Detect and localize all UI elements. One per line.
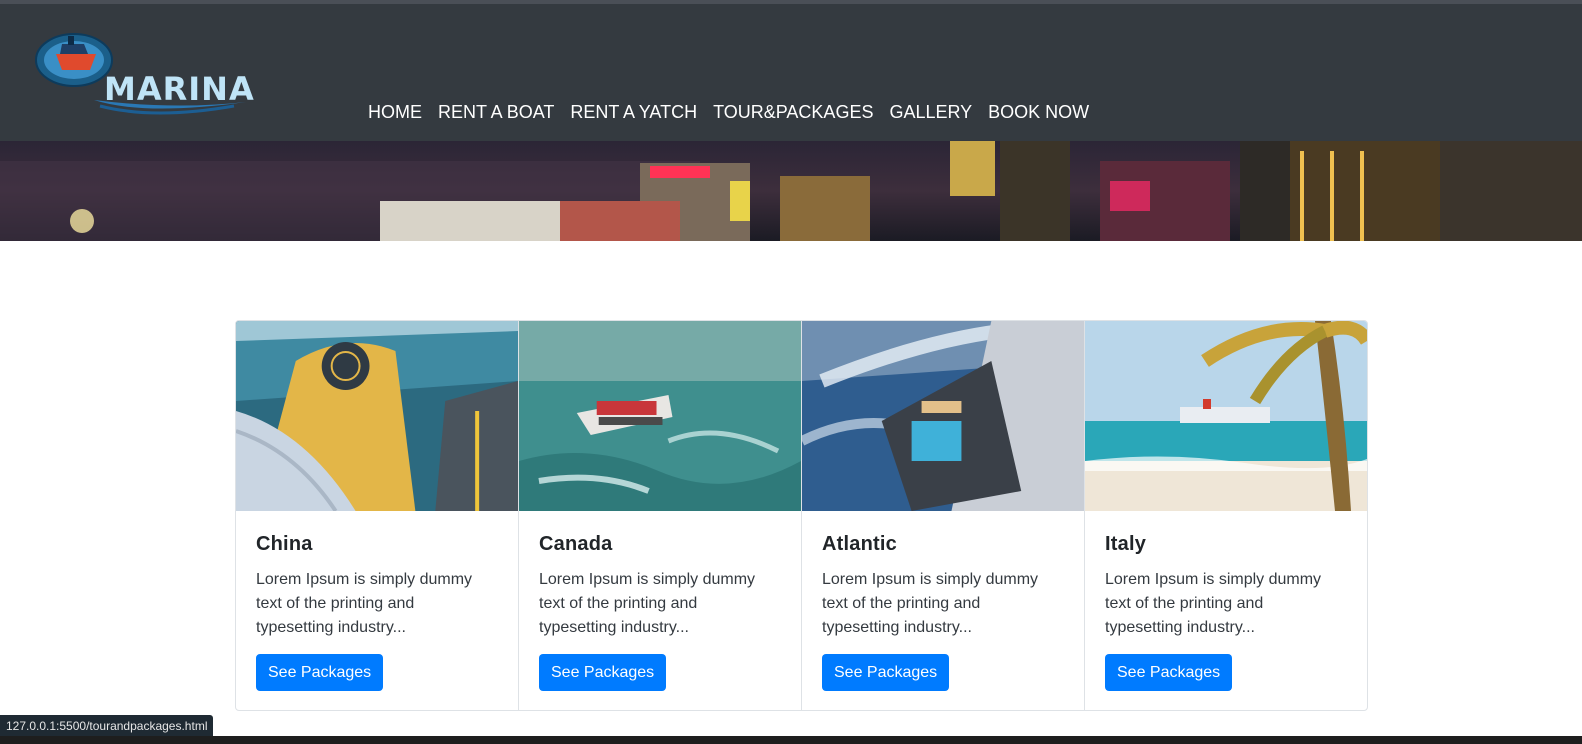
main-nav: HOME RENT A BOAT RENT A YATCH TOUR&PACKA…: [368, 100, 1105, 124]
card-title: China: [256, 533, 313, 555]
see-packages-button[interactable]: See Packages: [1105, 654, 1233, 691]
package-card-canada: Canada Lorem Ipsum is simply dummy text …: [519, 321, 802, 710]
nav-book-now[interactable]: BOOK NOW: [988, 100, 1089, 124]
status-bar-url: 127.0.0.1:5500/tourandpackages.html: [0, 715, 214, 737]
card-title: Canada: [539, 533, 613, 555]
atlantic-ship-deck-image: [802, 321, 1084, 511]
bottom-taskbar-edge: [0, 736, 1582, 744]
card-text: Lorem Ipsum is simply dummy text of the …: [256, 571, 473, 636]
package-card-atlantic: Atlantic Lorem Ipsum is simply dummy tex…: [802, 321, 1085, 710]
see-packages-button[interactable]: See Packages: [539, 654, 667, 691]
brand-name: MARINA: [104, 70, 255, 108]
city-night-banner-image: [0, 141, 1582, 241]
italy-beach-image: [1085, 321, 1367, 511]
canada-boat-image: [519, 321, 801, 511]
nav-rent-a-yatch[interactable]: RENT A YATCH: [570, 100, 697, 124]
nav-home[interactable]: HOME: [368, 100, 422, 124]
packages-card-deck: China Lorem Ipsum is simply dummy text o…: [235, 320, 1368, 711]
nav-gallery[interactable]: GALLERY: [889, 100, 972, 124]
nav-tour-packages[interactable]: TOUR&PACKAGES: [713, 100, 873, 124]
card-text: Lorem Ipsum is simply dummy text of the …: [539, 571, 756, 636]
see-packages-button[interactable]: See Packages: [822, 654, 950, 691]
card-title: Atlantic: [822, 533, 897, 555]
card-text: Lorem Ipsum is simply dummy text of the …: [822, 571, 1039, 636]
china-cruise-ship-image: [236, 321, 518, 511]
see-packages-button[interactable]: See Packages: [256, 654, 384, 691]
package-card-china: China Lorem Ipsum is simply dummy text o…: [236, 321, 519, 710]
card-text: Lorem Ipsum is simply dummy text of the …: [1105, 571, 1322, 636]
package-card-italy: Italy Lorem Ipsum is simply dummy text o…: [1085, 321, 1367, 710]
card-title: Italy: [1105, 533, 1147, 555]
nav-rent-a-boat[interactable]: RENT A BOAT: [438, 100, 554, 124]
